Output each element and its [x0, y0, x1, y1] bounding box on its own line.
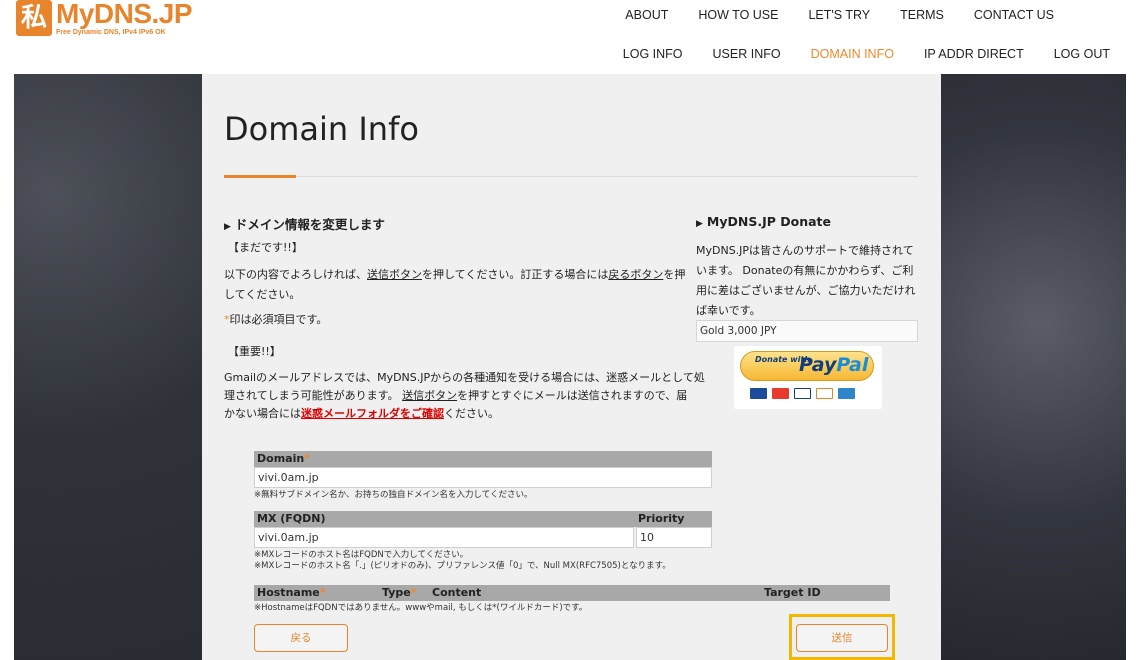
- gmail-text-1: Gmailのメールアドレスでは、MyDNS.JPからの各種通知を受ける場合には、…: [224, 371, 705, 384]
- domain-header: Domain*: [254, 451, 712, 467]
- nav-about[interactable]: ABOUT: [625, 8, 668, 22]
- nav-user-info[interactable]: USER INFO: [713, 47, 781, 61]
- mastercard-icon: [772, 388, 789, 399]
- not-yet-label: 【まだです!!】: [228, 241, 303, 254]
- page-title: Domain Info: [224, 110, 419, 148]
- gmail-text-2: 理されてしまう可能性があります。 送信ボタンを押すとすぐにメールは送信されますの…: [224, 389, 688, 402]
- target-id-header: Target ID: [764, 586, 821, 599]
- confirm-text: 以下の内容でよろしければ、送信ボタンを押してください。訂正する場合には戻るボタン…: [224, 268, 686, 281]
- nav-domain-info[interactable]: DOMAIN INFO: [811, 47, 894, 61]
- spam-folder-link[interactable]: 迷惑メールフォルダをご確認: [301, 407, 444, 420]
- member-nav: LOG INFO USER INFO DOMAIN INFO IP ADDR D…: [593, 47, 1110, 61]
- triangle-right-icon: ▶: [224, 222, 231, 232]
- section-heading-donate: ▶ MyDNS.JP Donate: [696, 214, 832, 229]
- paypal-card-icon: [750, 388, 767, 399]
- paypal-logo: PayPal: [799, 354, 869, 376]
- type-header: Type*: [382, 586, 417, 599]
- nav-log-info[interactable]: LOG INFO: [623, 47, 683, 61]
- mx-note-2: ※MXレコードのホスト名「.」(ピリオドのみ)、プリファレンス値「0」で、Nul…: [254, 561, 671, 571]
- nav-contact-us[interactable]: CONTACT US: [974, 8, 1054, 22]
- nav-how-to-use[interactable]: HOW TO USE: [698, 8, 778, 22]
- back-button-link[interactable]: 戻るボタン: [608, 268, 663, 281]
- paypal-donate-button[interactable]: Donate with PayPal: [734, 346, 882, 409]
- mx-input[interactable]: vivi.0am.jp: [254, 527, 634, 548]
- gmail-text-3: かない場合には迷惑メールフォルダをご確認ください。: [224, 407, 499, 420]
- send-button-link[interactable]: 送信ボタン: [367, 268, 422, 281]
- background-left: [14, 74, 202, 660]
- nav-log-out[interactable]: LOG OUT: [1054, 47, 1110, 61]
- back-button[interactable]: 戻る: [254, 624, 348, 652]
- mx-note-1: ※MXレコードのホスト名はFQDNで入力してください。: [254, 550, 469, 560]
- donate-text: MyDNS.JPは皆さんのサポートで維持されて います。 Donateの有無にか…: [696, 244, 916, 317]
- domain-input[interactable]: vivi.0am.jp: [254, 467, 712, 488]
- logo-mark-icon: 私: [16, 0, 52, 36]
- top-nav: ABOUT HOW TO USE LET'S TRY TERMS CONTACT…: [595, 8, 1054, 22]
- priority-header: Priority: [638, 512, 685, 525]
- content-panel: Domain Info ▶ ドメイン情報を変更します 【まだです!!】 以下の内容…: [202, 74, 941, 660]
- nav-terms[interactable]: TERMS: [900, 8, 944, 22]
- visa-icon: [794, 388, 811, 399]
- title-accent: [224, 175, 296, 178]
- discover-icon: [816, 388, 833, 399]
- triangle-right-icon: ▶: [696, 219, 703, 229]
- section-heading-change: ▶ ドメイン情報を変更します: [224, 217, 385, 232]
- records-header: Hostname* Type* Content Target ID: [254, 585, 890, 601]
- donate-amount-select[interactable]: Gold 3,000 JPY: [696, 320, 918, 342]
- logo-title: MyDNS.JP: [56, 0, 193, 29]
- background-right: [940, 74, 1126, 660]
- amex-icon: [838, 388, 855, 399]
- important-label: 【重要!!】: [228, 345, 281, 358]
- site-header: 私 MyDNS.JP Free Dynamic DNS, IPv4 IPv6 O…: [0, 0, 1140, 74]
- mx-header: MX (FQDN) Priority: [254, 511, 712, 527]
- content-header: Content: [432, 586, 482, 599]
- card-logos: [750, 388, 860, 399]
- priority-input[interactable]: 10: [636, 527, 712, 548]
- title-divider: [224, 176, 918, 177]
- nav-lets-try[interactable]: LET'S TRY: [808, 8, 870, 22]
- hostname-note: ※HostnameはFQDNではありません。wwwやmail, もしくは*(ワイ…: [254, 603, 588, 613]
- send-button-highlight: [789, 614, 895, 660]
- logo-subtitle: Free Dynamic DNS, IPv4 IPv6 OK: [56, 29, 166, 36]
- domain-note: ※無料サブドメイン名か、お持ちの独自ドメイン名を入力してください。: [254, 490, 533, 500]
- site-logo[interactable]: 私 MyDNS.JP Free Dynamic DNS, IPv4 IPv6 O…: [16, 0, 193, 36]
- gmail-send-link[interactable]: 送信ボタン: [402, 389, 457, 402]
- required-note: *印は必須項目です。: [224, 313, 328, 326]
- nav-ip-addr-direct[interactable]: IP ADDR DIRECT: [924, 47, 1024, 61]
- confirm-text-2: してください。: [224, 288, 301, 301]
- paypal-pill: Donate with PayPal: [740, 351, 874, 381]
